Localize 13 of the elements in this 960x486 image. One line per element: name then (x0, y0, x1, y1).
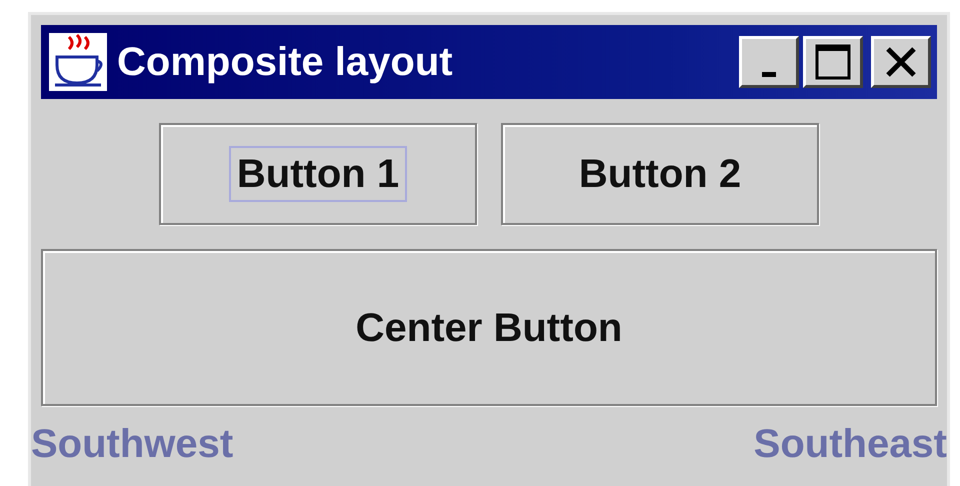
coffee-cup-icon (47, 31, 109, 93)
center-button[interactable]: Center Button (41, 249, 937, 406)
close-icon (884, 47, 918, 77)
southeast-label: Southeast (754, 421, 947, 468)
maximize-icon (815, 44, 851, 80)
push-button[interactable]: Button 2 (501, 123, 819, 225)
southwest-label: Southwest (31, 421, 234, 468)
push-button[interactable]: Button 1 (159, 123, 477, 225)
minimize-icon (762, 72, 776, 77)
window-title: Composite layout (117, 39, 453, 86)
close-button[interactable] (871, 36, 931, 88)
minimize-button[interactable] (739, 36, 799, 88)
maximize-button[interactable] (803, 36, 863, 88)
